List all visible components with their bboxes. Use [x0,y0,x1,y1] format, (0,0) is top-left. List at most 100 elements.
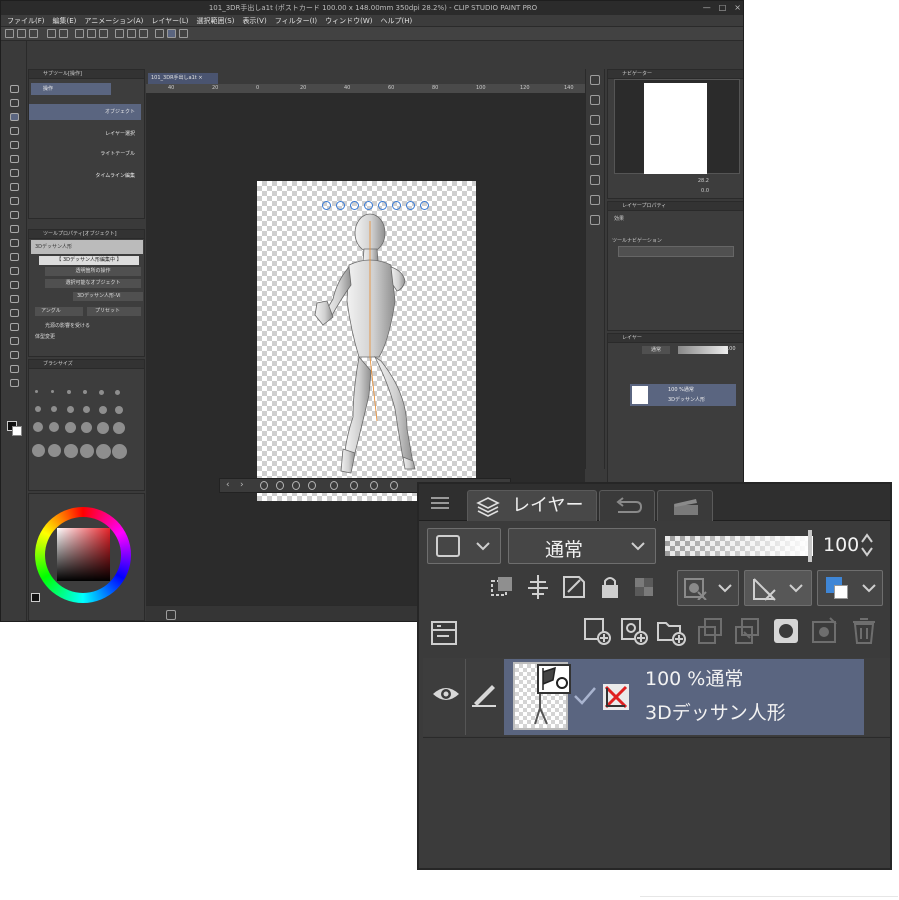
brush-size-preset[interactable] [83,390,87,394]
sub-view-dock-icon[interactable] [590,115,600,125]
brush-size-preset[interactable] [32,444,45,457]
trash-icon[interactable] [849,616,879,646]
open-file-icon[interactable] [17,29,26,38]
document-tab[interactable]: 101_3DR手出しa1t × [148,73,218,84]
subtool-item-timeline-edit[interactable]: タイムライン編集 [29,168,141,184]
reference-check-icon[interactable] [573,684,597,706]
brush-size-preset[interactable] [35,406,41,412]
menu-file[interactable]: ファイル(F) [7,15,45,26]
layer-row[interactable]: 100 %通常 3Dデッサン人形 [423,658,890,736]
decoration-tool-icon[interactable] [10,239,19,247]
brush-size-preset[interactable] [112,444,127,459]
layer-color-setting-dropdown[interactable] [817,570,883,606]
operation-tool-icon[interactable] [10,113,19,121]
brush-size-preset[interactable] [83,406,90,413]
brush-size-preset[interactable] [115,390,120,395]
launcher-icon-4[interactable] [308,481,316,490]
save-icon[interactable] [29,29,38,38]
ruler-visibility-dropdown[interactable] [744,570,812,606]
merge-with-layer-below-icon[interactable] [732,616,762,646]
launcher-icon-3[interactable] [292,481,300,490]
brush-size-preset[interactable] [33,422,43,432]
new-layer-folder-icon[interactable] [656,616,686,646]
angle-button[interactable]: アングル [35,307,83,316]
tab-history[interactable] [599,490,655,521]
ruler-snap-icon[interactable] [155,29,164,38]
brush-size-preset[interactable] [80,444,94,458]
brush-size-preset[interactable] [67,406,74,413]
new-file-icon[interactable] [5,29,14,38]
brush-size-preset[interactable] [65,422,76,433]
figure-tool-icon[interactable] [10,309,19,317]
special-ruler-snap-icon[interactable] [167,29,176,38]
menu-filter[interactable]: フィルター(I) [275,15,317,26]
opacity-slider-handle[interactable] [808,530,812,562]
clear-icon[interactable] [75,29,84,38]
lock-transparent-pixels-icon[interactable] [631,572,661,602]
balloon-tool-icon[interactable] [10,365,19,373]
brush-size-preset[interactable] [49,422,59,432]
brush-size-preset[interactable] [51,406,57,412]
fill-tool-icon[interactable] [10,281,19,289]
apply-mask-icon[interactable] [810,616,840,646]
small-opacity-value[interactable]: 100 [726,346,736,352]
gradient-tool-icon[interactable] [10,295,19,303]
text-tool-icon[interactable] [10,351,19,359]
brush-size-preset[interactable] [115,406,123,414]
frame-tool-icon[interactable] [10,323,19,331]
blend-mode-dropdown[interactable]: 通常 [508,528,656,564]
history-dock-icon[interactable] [590,155,600,165]
eraser-tool-icon[interactable] [10,253,19,261]
launcher-icon-5[interactable] [330,481,338,490]
move-layer-tool-icon[interactable] [10,127,19,135]
hand-tool-icon[interactable] [10,99,19,107]
brush-size-preset[interactable] [64,444,78,458]
menu-help[interactable]: ヘルプ(H) [380,15,412,26]
redo-icon[interactable] [59,29,68,38]
brush-size-preset[interactable] [81,422,92,433]
transparent-area-dropdown[interactable]: 透明箇所の操作 [45,267,141,276]
brush-size-preset[interactable] [96,444,111,459]
ruler-tool-icon[interactable] [10,337,19,345]
layer-color-dropdown[interactable] [427,528,501,564]
navigator-dock-icon[interactable] [590,95,600,105]
opacity-slider[interactable] [665,536,813,556]
maximize-button[interactable]: □ [719,1,727,15]
subtool-item-object[interactable]: オブジェクト [29,104,141,120]
subtool-item-light-table[interactable]: ライトテーブル [29,146,141,162]
crop-icon[interactable] [127,29,136,38]
small-layer-tab[interactable]: レイヤー [608,334,743,343]
invert-selection-icon[interactable] [139,29,148,38]
preset-button[interactable]: プリセット [87,307,141,316]
brush-size-preset[interactable] [99,406,107,414]
menu-animation[interactable]: アニメーション(A) [84,15,143,26]
draft-layer-icon[interactable] [559,572,589,602]
selection-tool-icon[interactable] [10,141,19,149]
opacity-value[interactable]: 100 [823,534,859,556]
clip-to-layer-below-icon[interactable] [487,572,517,602]
zoom-tool-icon[interactable] [10,85,19,93]
info-dock-icon[interactable] [590,135,600,145]
brush-size-preset[interactable] [99,390,104,395]
blend-tool-icon[interactable] [10,267,19,275]
launcher-icon-7[interactable] [370,481,378,490]
panel-menu-icon[interactable] [431,496,449,510]
new-vector-layer-icon[interactable] [619,616,649,646]
transform-icon[interactable] [99,29,108,38]
color-wheel-main-swatch[interactable] [31,593,40,602]
transfer-to-lower-layer-icon[interactable] [695,616,725,646]
tool-navigation-button[interactable] [618,246,734,257]
create-layer-mask-icon[interactable] [771,616,801,646]
subtool-group-tab[interactable]: 操作 [31,83,111,95]
menu-layer[interactable]: レイヤー(L) [151,15,188,26]
close-button[interactable]: × [734,1,741,15]
ruler-disabled-icon[interactable] [601,682,631,712]
3d-drawing-figure[interactable] [257,181,476,501]
light-source-checkbox[interactable]: 光源の影響を受ける [45,322,141,331]
mask-dropdown[interactable] [677,570,739,606]
tab-layer[interactable]: レイヤー [467,490,597,521]
brush-size-preset[interactable] [113,422,125,434]
subtool-item-layer-select[interactable]: レイヤー選択 [29,126,141,142]
next-arrow-icon[interactable]: › [240,481,248,490]
brush-size-preset[interactable] [97,422,109,434]
